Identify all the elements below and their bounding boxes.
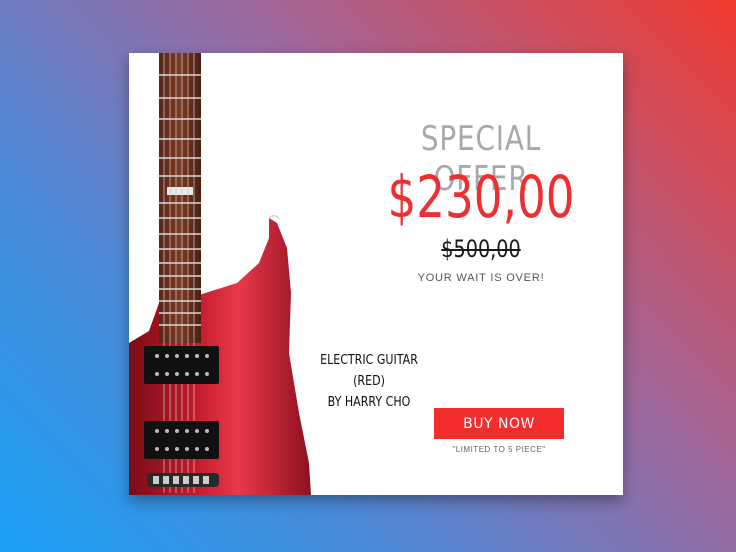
product-name: ELECTRIC GUITAR (RED) [320, 353, 418, 389]
tagline: YOUR WAIT IS OVER! [417, 272, 545, 284]
original-price: $500,00 [441, 235, 521, 263]
guitar-image [129, 53, 311, 495]
limited-note: "LIMITED TO 5 PIECE" [452, 445, 546, 454]
product-author: BY HARRY CHO [327, 395, 411, 410]
buy-now-button[interactable]: BUY NOW [434, 408, 564, 439]
offer-card: SPECIAL OFFER $230,00 $500,00 YOUR WAIT … [129, 53, 623, 495]
product-title: ELECTRIC GUITAR (RED) BY HARRY CHO [310, 350, 429, 413]
sale-price: $230,00 [387, 163, 575, 231]
